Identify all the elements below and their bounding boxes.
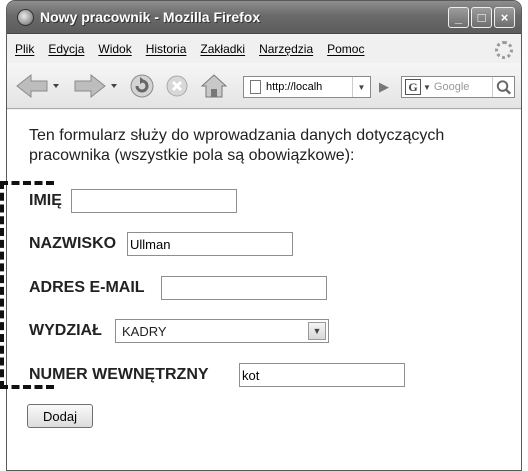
first-name-input[interactable] xyxy=(71,189,237,213)
search-input[interactable]: Google xyxy=(434,81,469,93)
submit-button[interactable]: Dodaj xyxy=(27,404,93,428)
url-history-dropdown[interactable]: ▼ xyxy=(352,77,370,97)
home-icon[interactable] xyxy=(199,72,229,100)
stop-icon[interactable] xyxy=(165,74,189,98)
menu-help[interactable]: Pomoc xyxy=(327,42,364,56)
extension-input[interactable] xyxy=(239,363,405,387)
minimize-button[interactable]: _ xyxy=(448,7,469,28)
menu-view[interactable]: Widok xyxy=(98,42,131,56)
window-controls: _ □ × xyxy=(448,7,515,28)
search-engine-icon[interactable]: G xyxy=(405,79,421,95)
title-bar[interactable]: Nowy pracownik - Mozilla Firefox _ □ × xyxy=(7,1,521,34)
forward-icon[interactable] xyxy=(73,72,117,100)
reload-icon[interactable] xyxy=(129,73,155,99)
page-content: Ten formularz służy do wprowadzania dany… xyxy=(7,110,521,470)
page-icon xyxy=(250,80,261,94)
form-intro-text: Ten formularz służy do wprowadzania dany… xyxy=(29,127,445,164)
extension-label: NUMER WEWNĘTRZNY xyxy=(29,366,209,383)
email-input[interactable] xyxy=(161,276,327,300)
department-select[interactable]: KADRY ▼ xyxy=(115,319,329,343)
chevron-down-icon[interactable]: ▼ xyxy=(308,322,326,340)
firefox-icon xyxy=(17,9,34,26)
menu-bookmarks[interactable]: Zakładki xyxy=(200,42,245,56)
window-title: Nowy pracownik - Mozilla Firefox xyxy=(40,9,261,25)
menu-tools[interactable]: Narzędzia xyxy=(259,42,313,56)
department-selected-value: KADRY xyxy=(122,323,167,339)
menu-history[interactable]: Historia xyxy=(146,42,187,56)
url-text[interactable]: http://localh xyxy=(266,81,332,93)
maximize-button[interactable]: □ xyxy=(471,7,492,28)
menu-bar: Plik Edycja Widok Historia Zakładki Narz… xyxy=(7,35,521,63)
highlight-frame xyxy=(0,181,54,389)
back-icon[interactable] xyxy=(15,72,59,100)
menu-file[interactable]: Plik xyxy=(15,42,34,56)
url-bar[interactable]: http://localh ▼ xyxy=(243,76,371,98)
browser-window: Nowy pracownik - Mozilla Firefox _ □ × P… xyxy=(6,0,522,471)
search-engine-dropdown[interactable]: ▼ xyxy=(423,83,431,92)
search-icon[interactable] xyxy=(492,77,514,97)
menu-edit[interactable]: Edycja xyxy=(48,42,84,56)
navigation-toolbar: http://localh ▼ ▶ G ▼ Google xyxy=(7,63,521,109)
search-bar[interactable]: G ▼ Google xyxy=(401,76,515,98)
throbber-icon xyxy=(495,41,513,59)
go-icon[interactable]: ▶ xyxy=(373,76,395,98)
close-button[interactable]: × xyxy=(494,7,515,28)
last-name-input[interactable] xyxy=(127,232,293,256)
